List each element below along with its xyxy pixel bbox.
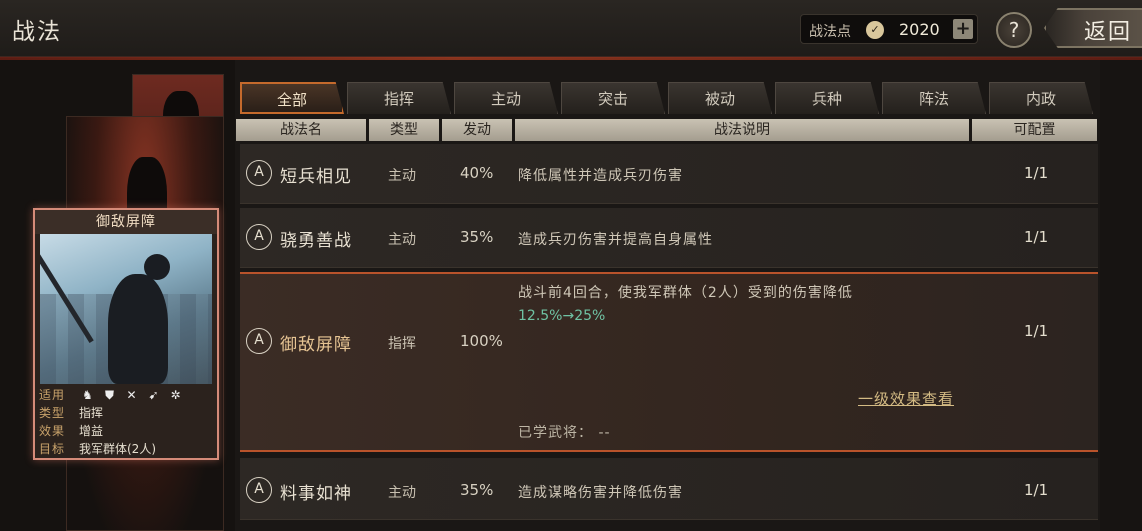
top-bar: 战法 战法点 ✓ 2020 + ? 返回	[0, 0, 1142, 60]
back-button-label: 返回	[1084, 20, 1133, 45]
skill-grade-badge: A	[246, 477, 272, 503]
skill-slots: 1/1	[1024, 228, 1049, 246]
skill-type: 主动	[388, 485, 416, 501]
card-info: 适用 ♞ ⛊ ✕ ➹ ✲ 类型 指挥 效果 增益 目标 我军群体(2人)	[39, 386, 217, 458]
tab-formation[interactable]: 阵法	[882, 82, 986, 114]
column-header-description: 战法说明	[515, 119, 969, 141]
cavalry-icon: ♞	[82, 388, 93, 402]
skill-grade-badge: A	[246, 160, 272, 186]
card-info-row: 目标 我军群体(2人)	[39, 440, 217, 458]
skill-name: 御敌屏障	[280, 335, 352, 355]
warrior-head	[144, 254, 170, 280]
skill-name: 料事如神	[280, 484, 352, 504]
skill-type: 主动	[388, 232, 416, 248]
skill-type: 指挥	[388, 336, 416, 352]
card-info-row: 适用 ♞ ⛊ ✕ ➹ ✲	[39, 386, 217, 404]
card-info-row: 效果 增益	[39, 422, 217, 440]
column-header-name: 战法名	[236, 119, 366, 141]
column-header-slots: 可配置	[972, 119, 1097, 141]
page-title: 战法	[12, 19, 62, 45]
column-header-rate: 发动	[442, 119, 512, 141]
wheel-icon: ✲	[170, 388, 181, 402]
skill-name: 短兵相见	[280, 167, 352, 187]
tab-internal[interactable]: 内政	[989, 82, 1093, 114]
skill-rate: 35%	[460, 481, 494, 499]
skill-description: 造成谋略伤害并降低伤害	[518, 485, 683, 501]
skill-row[interactable]: A 骁勇善战 主动 35% 造成兵刃伤害并提高自身属性 1/1	[240, 208, 1098, 268]
warrior-figure	[108, 274, 168, 384]
card-info-key: 适用	[39, 388, 66, 402]
card-info-key: 效果	[39, 424, 66, 438]
skill-slots: 1/1	[1024, 481, 1049, 499]
skill-rate: 35%	[460, 228, 494, 246]
skill-name: 骁勇善战	[280, 231, 352, 251]
skill-points-value: 2020	[899, 20, 940, 39]
skill-grade-badge: A	[246, 328, 272, 354]
side-decoration	[1100, 60, 1142, 531]
learned-generals: 已学武将： --	[518, 425, 611, 441]
skill-effect-value: 12.5%→25%	[518, 308, 606, 324]
card-column: 御敌屏障 适用 ♞ ⛊ ✕ ➹ ✲ 类型 指挥 效果 增益 目标 我军群体(2人…	[0, 60, 235, 531]
card-info-key: 类型	[39, 406, 66, 420]
bow-icon: ✕	[126, 388, 137, 402]
skill-points-icon: ✓	[866, 21, 884, 39]
tab-active[interactable]: 主动	[454, 82, 558, 114]
card-info-row: 类型 指挥	[39, 404, 217, 422]
selected-skill-card[interactable]: 御敌屏障 适用 ♞ ⛊ ✕ ➹ ✲ 类型 指挥 效果 增益 目标 我军群体(2人…	[33, 208, 219, 460]
skill-grade-badge: A	[246, 224, 272, 250]
tab-passive[interactable]: 被动	[668, 82, 772, 114]
tab-all[interactable]: 全部	[240, 82, 344, 114]
card-info-value: 指挥	[79, 406, 104, 420]
skill-row-expanded[interactable]: A 御敌屏障 指挥 100% 战斗前4回合，使我军群体（2人）受到的伤害降低 1…	[240, 272, 1098, 452]
skill-description: 战斗前4回合，使我军群体（2人）受到的伤害降低	[518, 285, 853, 301]
skill-row[interactable]: A 短兵相见 主动 40% 降低属性并造成兵刃伤害 1/1	[240, 144, 1098, 204]
skill-points-display: 战法点 ✓ 2020 +	[800, 14, 978, 44]
level-effect-link[interactable]: 一级效果查看	[858, 388, 954, 409]
skill-description: 造成兵刃伤害并提高自身属性	[518, 232, 713, 248]
skill-description: 降低属性并造成兵刃伤害	[518, 168, 683, 184]
column-header-type: 类型	[369, 119, 439, 141]
skill-type: 主动	[388, 168, 416, 184]
card-info-value: 我军群体(2人)	[79, 442, 156, 456]
back-button[interactable]: 返回	[1044, 8, 1142, 48]
add-points-button[interactable]: +	[953, 19, 973, 39]
tab-command[interactable]: 指挥	[347, 82, 451, 114]
shield-icon: ⛊	[104, 388, 114, 402]
skill-slots: 1/1	[1024, 322, 1049, 340]
skill-rate: 100%	[460, 332, 503, 350]
help-button[interactable]: ?	[996, 12, 1032, 48]
spear-icon: ➹	[148, 388, 159, 402]
card-artwork	[40, 234, 212, 384]
card-skill-name: 御敌屏障	[35, 210, 217, 234]
skill-rate: 40%	[460, 164, 494, 182]
tab-troop[interactable]: 兵种	[775, 82, 879, 114]
skill-slots: 1/1	[1024, 164, 1049, 182]
skill-points-label: 战法点	[809, 24, 851, 40]
card-info-key: 目标	[39, 442, 66, 456]
suit-icons: ♞ ⛊ ✕ ➹ ✲	[79, 386, 184, 404]
card-info-value: 增益	[79, 424, 104, 438]
skill-row[interactable]: A 料事如神 主动 35% 造成谋略伤害并降低伤害 1/1	[240, 458, 1098, 520]
tab-assault[interactable]: 突击	[561, 82, 665, 114]
